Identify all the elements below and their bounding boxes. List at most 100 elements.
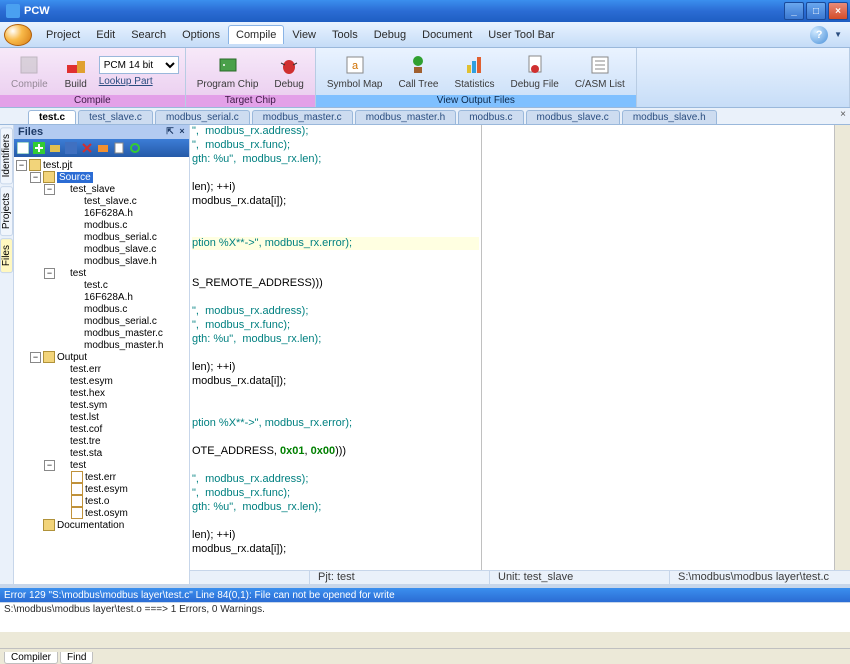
tree-file[interactable]: test.osym — [85, 508, 128, 519]
tree-file[interactable]: modbus_serial.c — [84, 232, 157, 243]
menu-debug[interactable]: Debug — [366, 25, 414, 45]
tree-file[interactable]: test.lst — [70, 412, 99, 423]
casm-list-button[interactable]: C/ASM List — [568, 50, 632, 93]
tree-file[interactable]: test.hex — [70, 388, 105, 399]
tree-test-group[interactable]: test — [70, 268, 86, 279]
menu-options[interactable]: Options — [174, 25, 228, 45]
tree-toggle[interactable]: − — [30, 352, 41, 363]
compiler-target-select[interactable]: PCM 14 bit — [99, 56, 179, 74]
file-tab-modbus-master-h[interactable]: modbus_master.h — [355, 110, 457, 124]
menu-compile[interactable]: Compile — [228, 25, 284, 44]
file-tab-test-slave-c[interactable]: test_slave.c — [78, 110, 153, 124]
file-tab-modbus-c[interactable]: modbus.c — [458, 110, 523, 124]
sidebar-tab-files[interactable]: Files — [0, 238, 13, 273]
tree-project[interactable]: test.pjt — [43, 160, 72, 171]
tree-toggle[interactable]: − — [16, 160, 27, 171]
panel-close-icon[interactable]: × — [177, 127, 187, 137]
toolbar-refresh-icon[interactable] — [128, 141, 142, 155]
tree-file[interactable]: 16F628A.h — [84, 292, 133, 303]
file-tab-modbus-slave-h[interactable]: modbus_slave.h — [622, 110, 717, 124]
tree-documentation[interactable]: Documentation — [57, 520, 124, 531]
menu-project[interactable]: Project — [38, 25, 88, 45]
tree-file[interactable]: test.esym — [70, 376, 113, 387]
help-icon[interactable]: ? — [810, 26, 828, 44]
code-pane-left[interactable]: ", modbus_rx.address); ", modbus_rx.func… — [190, 125, 482, 570]
bug-icon — [277, 53, 301, 77]
tree-file[interactable]: modbus_slave.c — [84, 244, 156, 255]
build-button[interactable]: Build — [57, 50, 95, 93]
code-pane-right[interactable] — [482, 125, 834, 570]
editor: ", modbus_rx.address); ", modbus_rx.func… — [190, 125, 850, 584]
tree-toggle[interactable]: − — [44, 268, 55, 279]
tree-file[interactable]: modbus_master.c — [84, 328, 163, 339]
out-file-icon — [71, 471, 83, 483]
tree-toggle[interactable]: − — [44, 184, 55, 195]
close-tab-icon[interactable]: × — [840, 109, 846, 120]
tree-file[interactable]: modbus_serial.c — [84, 316, 157, 327]
lookup-part-link[interactable]: Lookup Part — [99, 76, 179, 87]
tree-file[interactable]: test.err — [85, 472, 116, 483]
files-panel: Files ⇱ × − test.pjt — [14, 125, 190, 584]
bottom-tab-find[interactable]: Find — [60, 652, 93, 664]
tree-file[interactable]: modbus_slave.h — [84, 256, 157, 267]
sidebar-tab-projects[interactable]: Projects — [0, 186, 13, 236]
tree-file[interactable]: test.sta — [70, 448, 102, 459]
help-dropdown-icon[interactable]: ▼ — [834, 30, 842, 39]
menu-document[interactable]: Document — [414, 25, 480, 45]
debug-button[interactable]: Debug — [267, 50, 310, 93]
tree-file[interactable]: test.cof — [70, 424, 102, 435]
tree-toggle[interactable]: − — [44, 460, 55, 471]
status-path: S:\modbus\modbus layer\test.c — [670, 571, 850, 584]
window-maximize-button[interactable]: □ — [806, 2, 826, 20]
tree-test-slave-group[interactable]: test_slave — [70, 184, 115, 195]
symbol-map-button[interactable]: a Symbol Map — [320, 50, 390, 93]
tree-file[interactable]: test_slave.c — [84, 196, 137, 207]
ribbon: Compile Build PCM 14 bit Lookup Part Com… — [0, 48, 850, 108]
tree-source[interactable]: Source — [57, 172, 93, 183]
tree-output[interactable]: Output — [57, 352, 87, 363]
menu-edit[interactable]: Edit — [88, 25, 123, 45]
menu-tools[interactable]: Tools — [324, 25, 366, 45]
toolbar-folder-icon[interactable] — [96, 141, 110, 155]
tree-file[interactable]: test.esym — [85, 484, 128, 495]
statistics-button[interactable]: Statistics — [447, 50, 501, 93]
debug-file-button[interactable]: Debug File — [503, 50, 565, 93]
file-tab-modbus-slave-c[interactable]: modbus_slave.c — [526, 110, 620, 124]
tree-file[interactable]: test.err — [70, 364, 101, 375]
application-orb[interactable] — [4, 24, 32, 46]
file-tab-modbus-master-c[interactable]: modbus_master.c — [252, 110, 353, 124]
tree-output-test-group[interactable]: test — [70, 460, 86, 471]
tree-file[interactable]: test.c — [84, 280, 108, 291]
call-tree-button[interactable]: Call Tree — [391, 50, 445, 93]
menu-view[interactable]: View — [284, 25, 324, 45]
project-tree[interactable]: − test.pjt − Source — [14, 157, 189, 584]
tree-file[interactable]: test.o — [85, 496, 109, 507]
file-tab-modbus-serial-c[interactable]: modbus_serial.c — [155, 110, 250, 124]
window-minimize-button[interactable]: _ — [784, 2, 804, 20]
tree-file[interactable]: 16F628A.h — [84, 208, 133, 219]
vertical-scrollbar[interactable] — [834, 125, 850, 570]
tree-file[interactable]: test.tre — [70, 436, 101, 447]
toolbar-delete-icon[interactable] — [80, 141, 94, 155]
window-close-button[interactable]: × — [828, 2, 848, 20]
toolbar-save-icon[interactable] — [64, 141, 78, 155]
toolbar-new-icon[interactable] — [16, 141, 30, 155]
tree-file[interactable]: test.sym — [70, 400, 107, 411]
program-chip-button[interactable]: Program Chip — [190, 50, 266, 93]
bottom-tab-compiler[interactable]: Compiler — [4, 652, 58, 664]
panel-pin-icon[interactable]: ⇱ — [165, 127, 175, 137]
menu-user-tool-bar[interactable]: User Tool Bar — [480, 25, 562, 45]
tree-file[interactable]: modbus_master.h — [84, 340, 164, 351]
toolbar-add-icon[interactable] — [32, 141, 46, 155]
sidebar-tab-identifiers[interactable]: Identifiers — [0, 127, 13, 184]
compile-button[interactable]: Compile — [4, 50, 55, 93]
toolbar-doc-icon[interactable] — [112, 141, 126, 155]
tree-toggle[interactable]: − — [30, 172, 41, 183]
tree-file[interactable]: modbus.c — [84, 304, 127, 315]
tree-file[interactable]: modbus.c — [84, 220, 127, 231]
toolbar-open-icon[interactable] — [48, 141, 62, 155]
debug-file-label: Debug File — [510, 79, 558, 90]
menu-search[interactable]: Search — [123, 25, 174, 45]
file-tab-test-c[interactable]: test.c — [28, 110, 76, 124]
error-message[interactable]: Error 129 "S:\modbus\modbus layer\test.c… — [0, 588, 850, 602]
